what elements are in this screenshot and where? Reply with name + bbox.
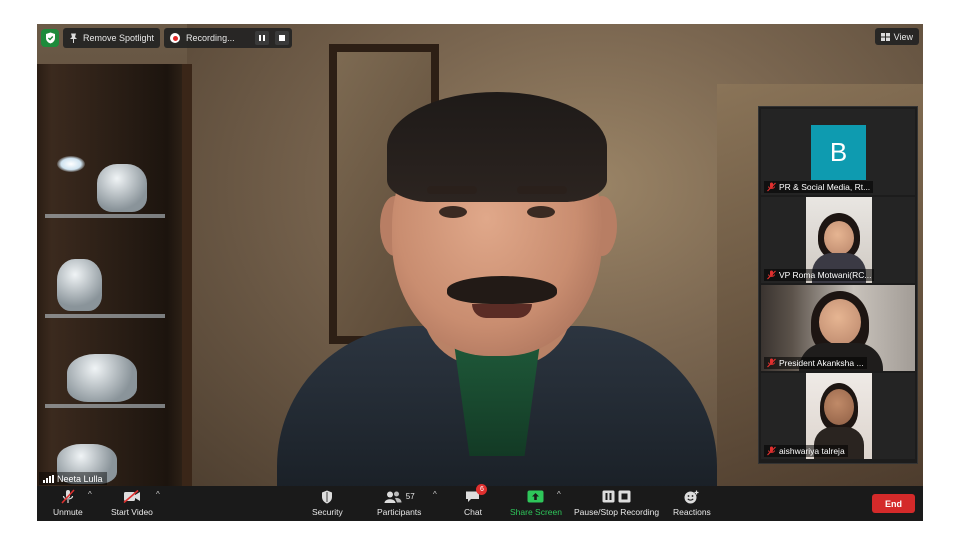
start-video-label: Start Video [111, 507, 153, 517]
view-button[interactable]: View [874, 28, 919, 45]
participant-name-label: President Akanksha ... [764, 357, 867, 369]
recording-dot-icon [170, 33, 181, 43]
speaker-hair [387, 92, 607, 202]
video-options-caret-icon[interactable]: ^ [156, 490, 160, 499]
participant-tile[interactable]: VP Roma Motwani(RC... [761, 197, 915, 283]
unmute-label: Unmute [53, 507, 83, 517]
participant-name: VP Roma Motwani(RC... [779, 270, 872, 280]
speaker-mouth [472, 304, 532, 318]
pause-recording-button[interactable] [254, 31, 269, 45]
participant-tile[interactable]: B PR & Social Media, Rt... [761, 109, 915, 195]
speaker-name-label: Neeta Lulla [39, 472, 107, 485]
start-video-button[interactable]: Start Video [111, 489, 153, 517]
share-icon-wrap [527, 489, 544, 504]
chat-unread-badge: 6 [476, 484, 488, 495]
background-cabinet [37, 64, 192, 486]
share-screen-icon [527, 490, 544, 503]
shield-icon [322, 490, 333, 503]
stop-icon [278, 35, 285, 41]
zoom-meeting-window: Neeta Lulla Remove Spotlight Recording..… [37, 24, 923, 521]
participants-icon-wrap: 57 [384, 489, 415, 504]
audio-options-caret-icon[interactable]: ^ [88, 490, 92, 499]
participant-name: President Akanksha ... [779, 358, 864, 368]
participant-name-label: aishwariya talreja [764, 445, 848, 457]
meeting-toolbar: Unmute ^ Start Video ^ Security 57 Parti… [37, 484, 923, 521]
cabinet-shelf [45, 404, 165, 408]
security-button[interactable]: Security [312, 489, 343, 517]
chat-label: Chat [464, 507, 482, 517]
chat-icon-wrap: 6 [465, 484, 488, 504]
participant-name: PR & Social Media, Rt... [779, 182, 871, 192]
reactions-icon-wrap [684, 489, 699, 504]
muted-mic-icon [767, 446, 776, 456]
participant-gallery-strip: B PR & Social Media, Rt... VP Roma Motwa… [758, 106, 918, 464]
meeting-top-overlay: Remove Spotlight Recording... [41, 28, 292, 48]
figurine [57, 259, 102, 311]
recording-label: Recording... [186, 33, 235, 43]
unmute-icon-wrap [61, 489, 75, 504]
participant-face [819, 299, 861, 345]
speaker-name: Neeta Lulla [57, 473, 103, 484]
pause-stop-recording-label: Pause/Stop Recording [574, 507, 660, 517]
participants-label: Participants [377, 507, 422, 517]
participant-avatar: B [811, 125, 866, 180]
share-screen-label: Share Screen [510, 507, 562, 517]
signal-strength-icon [43, 474, 54, 483]
muted-mic-icon [767, 358, 776, 368]
stop-icon [618, 490, 631, 503]
participant-name-label: PR & Social Media, Rt... [764, 181, 874, 193]
participant-face [824, 221, 854, 255]
stop-recording-button[interactable] [274, 31, 289, 45]
speaker-figure [247, 86, 747, 486]
remove-spotlight-label: Remove Spotlight [83, 33, 155, 43]
muted-mic-icon [767, 270, 776, 280]
speaker-mustache [447, 276, 557, 304]
cabinet-shelf [45, 214, 165, 218]
participant-tile[interactable]: aishwariya talreja [761, 373, 915, 459]
participant-face [824, 389, 854, 425]
speaker-brow [517, 186, 567, 194]
cabinet-light [57, 156, 85, 172]
muted-microphone-icon [61, 489, 75, 504]
speaker-eye [439, 206, 467, 218]
muted-mic-icon [767, 182, 776, 192]
share-options-caret-icon[interactable]: ^ [557, 490, 561, 499]
pause-icon [258, 35, 265, 41]
pin-icon [70, 33, 77, 43]
speaker-eye [527, 206, 555, 218]
encryption-shield-icon[interactable] [41, 29, 59, 47]
participants-button[interactable]: 57 Participants [377, 489, 421, 517]
pause-icon [602, 490, 615, 503]
emoji-reaction-icon [684, 490, 699, 503]
recording-controls-icon-wrap [602, 489, 631, 504]
security-label: Security [312, 507, 343, 517]
participant-tile[interactable]: President Akanksha ... [761, 285, 915, 371]
pause-stop-recording-button[interactable]: Pause/Stop Recording [574, 489, 659, 517]
video-off-icon [123, 490, 140, 503]
participant-name: aishwariya talreja [779, 446, 845, 456]
speaker-brow [427, 186, 477, 194]
unmute-button[interactable]: Unmute [53, 489, 83, 517]
participant-name-label: VP Roma Motwani(RC... [764, 269, 875, 281]
security-icon-wrap [321, 489, 333, 504]
remove-spotlight-button[interactable]: Remove Spotlight [63, 28, 161, 48]
view-label: View [893, 31, 913, 42]
reactions-label: Reactions [673, 507, 711, 517]
participants-count: 57 [405, 492, 415, 501]
chat-button[interactable]: 6 Chat [464, 484, 488, 517]
cabinet-shelf [45, 314, 165, 318]
figurine [97, 164, 147, 212]
figurine [67, 354, 137, 402]
participants-icon [384, 491, 402, 503]
end-meeting-button[interactable]: End [872, 494, 915, 513]
share-screen-button[interactable]: Share Screen [510, 489, 562, 517]
video-icon-wrap [123, 489, 141, 504]
reactions-button[interactable]: Reactions [673, 489, 711, 517]
grid-view-icon [880, 32, 890, 41]
participants-options-caret-icon[interactable]: ^ [433, 490, 437, 499]
recording-indicator: Recording... [164, 28, 292, 48]
